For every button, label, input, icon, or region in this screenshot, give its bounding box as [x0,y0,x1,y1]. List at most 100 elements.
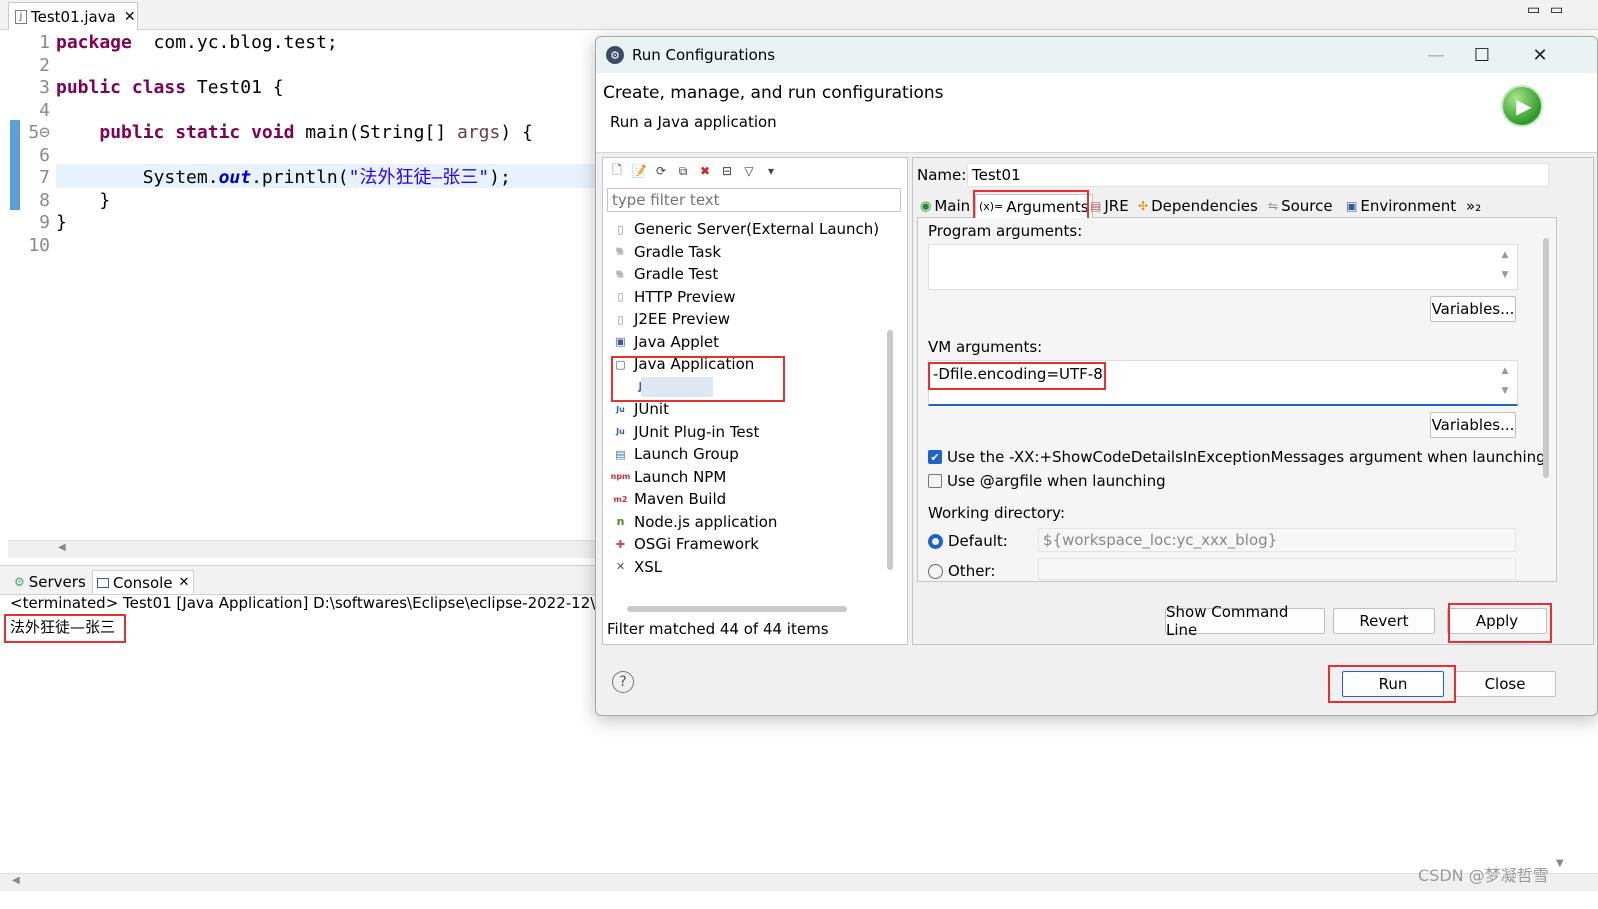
tree-item[interactable]: ✕ XSL [613,556,662,578]
tree-item[interactable]: 🐘 Gradle Test [613,263,719,285]
collapse-all-icon[interactable]: ⊟ [719,163,735,179]
console-horizontal-scrollbar[interactable]: ◀ ▼ [0,858,1598,891]
show-code-details-checkbox[interactable]: ✔ Use the -XX:+ShowCodeDetailsInExceptio… [928,448,1546,466]
code-line[interactable]: 8 } [8,190,598,213]
tab-source[interactable]: ⇋ Source [1265,194,1336,218]
maximize-icon[interactable]: ☐ [1462,41,1502,69]
delete-icon[interactable]: ✖ [697,163,713,179]
tree-item[interactable]: m2 Maven Build [613,488,727,510]
scroll-arrows[interactable]: ▲ ▼ [1499,361,1511,401]
code-line[interactable]: 10 [8,235,598,258]
tree-item-label: OSGi Framework [634,535,759,553]
filter-icon[interactable]: ▽ [741,163,757,179]
minimize-icon[interactable]: ▭ [1527,2,1540,18]
jre-icon: ▤ [1090,199,1102,213]
tree-item[interactable]: ▯ J2EE Preview [613,308,730,330]
default-dir-radio[interactable]: Default: [928,532,1008,550]
other-dir-field[interactable] [1038,558,1516,580]
run-configurations-dialog: ⚙ Run Configurations — ☐ ✕ Create, manag… [595,36,1598,716]
gradle-icon: 🐘 [615,247,626,256]
config-detail-pane: Name: Test01 ◉ Main (x)= Arguments ▤ JRE… [912,157,1594,645]
tab-console[interactable]: Console ✕ [92,570,195,594]
line-number: 4 [39,99,50,121]
code-token: Test01 { [186,77,284,98]
line-number: 10 [28,234,50,256]
maximize-icon[interactable]: ▭ [1550,2,1563,18]
environment-icon: ▣ [1346,199,1358,213]
launch-group-icon: ▤ [615,447,626,461]
checkbox-checked-icon: ✔ [928,450,942,464]
new-prototype-icon[interactable]: 📝 [631,163,647,179]
scroll-arrows[interactable]: ▲ ▼ [1499,245,1511,285]
code-line[interactable]: 3 public class Test01 { [8,77,598,100]
code-line[interactable]: 2 [8,55,598,78]
show-command-line-button[interactable]: Show Command Line [1165,603,1325,639]
applet-icon: ▣ [615,335,626,348]
argfile-checkbox[interactable]: Use @argfile when launching [928,472,1166,490]
filter-input[interactable] [607,188,901,212]
eclipse-gear-icon: ⚙ [606,46,624,64]
tree-item[interactable]: ▯ HTTP Preview [613,286,735,308]
duplicate-icon[interactable]: ⧉ [675,163,691,179]
watermark: CSDN @梦凝哲雪 [1418,866,1549,885]
name-field[interactable]: Test01 [967,163,1549,187]
gradle-icon: 🐘 [615,269,626,279]
tree-item[interactable]: npm Launch NPM [611,466,727,488]
tree-horizontal-scrollbar[interactable] [627,606,847,612]
new-config-icon[interactable]: 🗋 [609,163,625,179]
tree-item-label: Node.js application [634,512,778,531]
code-token: public static void [99,122,295,143]
tree-item[interactable]: 🐘 Gradle Task [613,241,722,263]
tree-item[interactable]: ▯ Generic Server(External Launch) [613,218,879,240]
tab-servers[interactable]: ⚙ Servers [14,570,86,594]
code-line[interactable]: 4 [8,100,598,123]
close-icon[interactable]: ✕ [179,575,190,590]
code-line[interactable]: 5⊖ public static void main(String[] args… [8,122,598,145]
default-dir-field: ${workspace_loc:yc_xxx_blog} [1038,528,1516,552]
tree-item-label: JUnit [634,400,669,418]
tree-vertical-scrollbar[interactable] [887,330,893,570]
tab-overflow[interactable]: »₂ [1463,194,1484,218]
scroll-down-icon[interactable]: ▼ [1556,858,1564,869]
code-editor[interactable]: 1 package com.yc.blog.test; 2 3 public class… [8,30,598,540]
dialog-header: Create, manage, and run configurations R… [596,73,1597,153]
code-token: out [218,167,252,188]
tree-item[interactable]: n Node.js application [613,511,778,533]
tree-item[interactable]: ▣ Java Applet [613,331,719,353]
code-line[interactable]: 1 package com.yc.blog.test; [8,32,598,55]
server-icon: ▯ [617,222,624,236]
tree-item[interactable]: ▤ Launch Group [613,443,738,465]
tab-jre[interactable]: ▤ JRE [1087,194,1132,218]
minimize-icon[interactable]: — [1416,41,1456,69]
code-line[interactable]: 7 System.out.println("法外狂徒—张三"); [8,167,598,190]
tree-item[interactable]: ✚ OSGi Framework [613,533,759,555]
program-args-input[interactable]: ▲ ▼ [928,244,1518,290]
tab-main[interactable]: ◉ Main [917,194,973,218]
tab-environment[interactable]: ▣ Environment [1343,194,1459,218]
chevron-down-icon[interactable]: ▾ [763,163,779,179]
close-icon[interactable]: ✕ [1520,41,1560,69]
revert-button[interactable]: Revert [1333,608,1435,634]
config-toolbar: 🗋 📝 ⟳ ⧉ ✖ ⊟ ▽ ▾ [603,158,907,184]
close-icon[interactable]: ✕ [124,9,136,25]
dialog-side-scrollbar[interactable] [1543,238,1549,478]
other-dir-radio[interactable]: Other: [928,562,995,580]
tree-item[interactable]: Ju JUnit Plug-in Test [613,421,759,443]
help-icon[interactable]: ? [612,671,634,693]
editor-horizontal-scrollbar[interactable]: ◀ [8,540,598,558]
vm-args-variables-button[interactable]: Variables... [1430,412,1516,438]
java-file-icon: J [15,9,27,24]
line-number: 7 [39,167,50,188]
nodejs-icon: n [616,515,625,528]
main-tab-icon: ◉ [920,198,932,214]
working-dir-label: Working directory: [928,504,1066,522]
editor-tab-test01[interactable]: J Test01.java ✕ [8,2,138,30]
scroll-left-icon[interactable]: ◀ [12,875,20,886]
program-args-variables-button[interactable]: Variables... [1430,296,1516,322]
code-line[interactable]: 6 [8,145,598,168]
scroll-left-icon[interactable]: ◀ [58,542,66,553]
close-button[interactable]: Close [1454,671,1556,697]
tab-dependencies[interactable]: ✣ Dependencies [1135,194,1261,218]
export-icon[interactable]: ⟳ [653,163,669,179]
code-line[interactable]: 9} [8,212,598,235]
